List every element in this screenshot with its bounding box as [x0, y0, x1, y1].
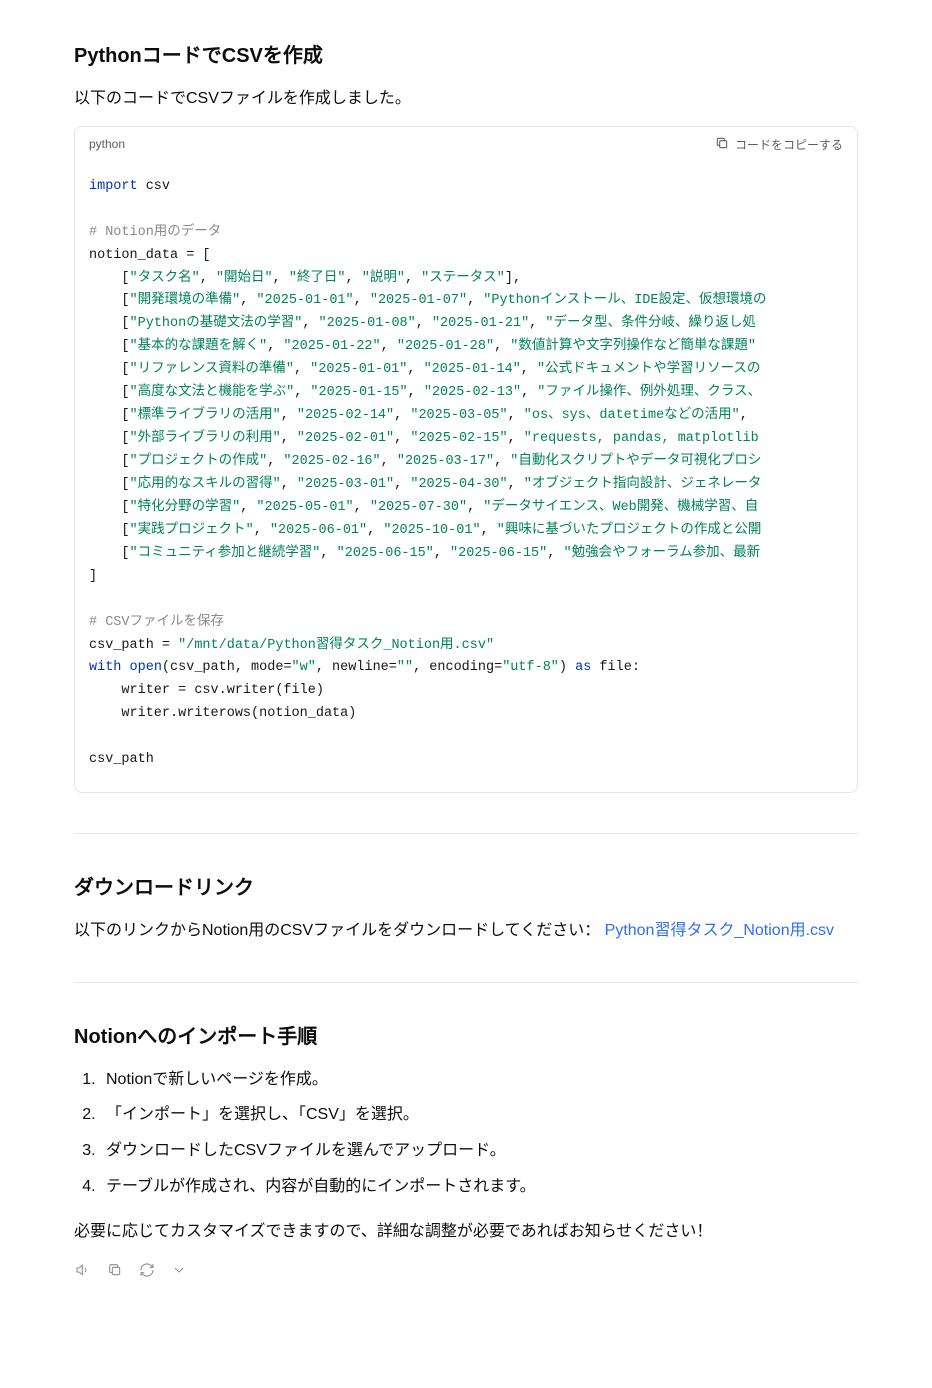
- download-paragraph: 以下のリンクからNotion用のCSVファイルをダウンロードしてください： Py…: [74, 918, 858, 944]
- divider: [74, 982, 858, 983]
- import-step: テーブルが作成され、内容が自動的にインポートされます。: [100, 1174, 858, 1200]
- copy-response-icon[interactable]: [106, 1261, 124, 1279]
- import-step: ダウンロードしたCSVファイルを選んでアップロード。: [100, 1138, 858, 1164]
- more-caret-icon[interactable]: [170, 1261, 188, 1279]
- download-text-before: 以下のリンクからNotion用のCSVファイルをダウンロードしてください：: [74, 922, 605, 939]
- regenerate-icon[interactable]: [138, 1261, 156, 1279]
- closing-text: 必要に応じてカスタマイズできますので、詳細な調整が必要であればお知らせください！: [74, 1219, 858, 1245]
- code-header: python コードをコピーする: [75, 127, 857, 162]
- section-heading-code: PythonコードでCSVを作成: [74, 40, 858, 72]
- intro-text: 以下のコードでCSVファイルを作成しました。: [74, 86, 858, 112]
- read-aloud-icon[interactable]: [74, 1261, 92, 1279]
- import-step: 「インポート」を選択し、「CSV」を選択。: [100, 1102, 858, 1128]
- code-language-label: python: [89, 135, 125, 154]
- section-heading-download: ダウンロードリンク: [74, 872, 858, 904]
- import-steps-list: Notionで新しいページを作成。「インポート」を選択し、「CSV」を選択。ダウ…: [74, 1067, 858, 1199]
- action-row: [74, 1261, 858, 1279]
- copy-code-label: コードをコピーする: [735, 136, 843, 153]
- copy-code-button[interactable]: コードをコピーする: [715, 136, 843, 153]
- divider: [74, 833, 858, 834]
- copy-icon: [715, 136, 729, 153]
- code-block: python コードをコピーする import csv # Notion用のデー…: [74, 126, 858, 794]
- section-heading-import: Notionへのインポート手順: [74, 1021, 858, 1053]
- code-content[interactable]: import csv # Notion用のデータ notion_data = […: [75, 162, 857, 792]
- import-step: Notionで新しいページを作成。: [100, 1067, 858, 1093]
- download-link[interactable]: Python習得タスク_Notion用.csv: [605, 922, 834, 939]
